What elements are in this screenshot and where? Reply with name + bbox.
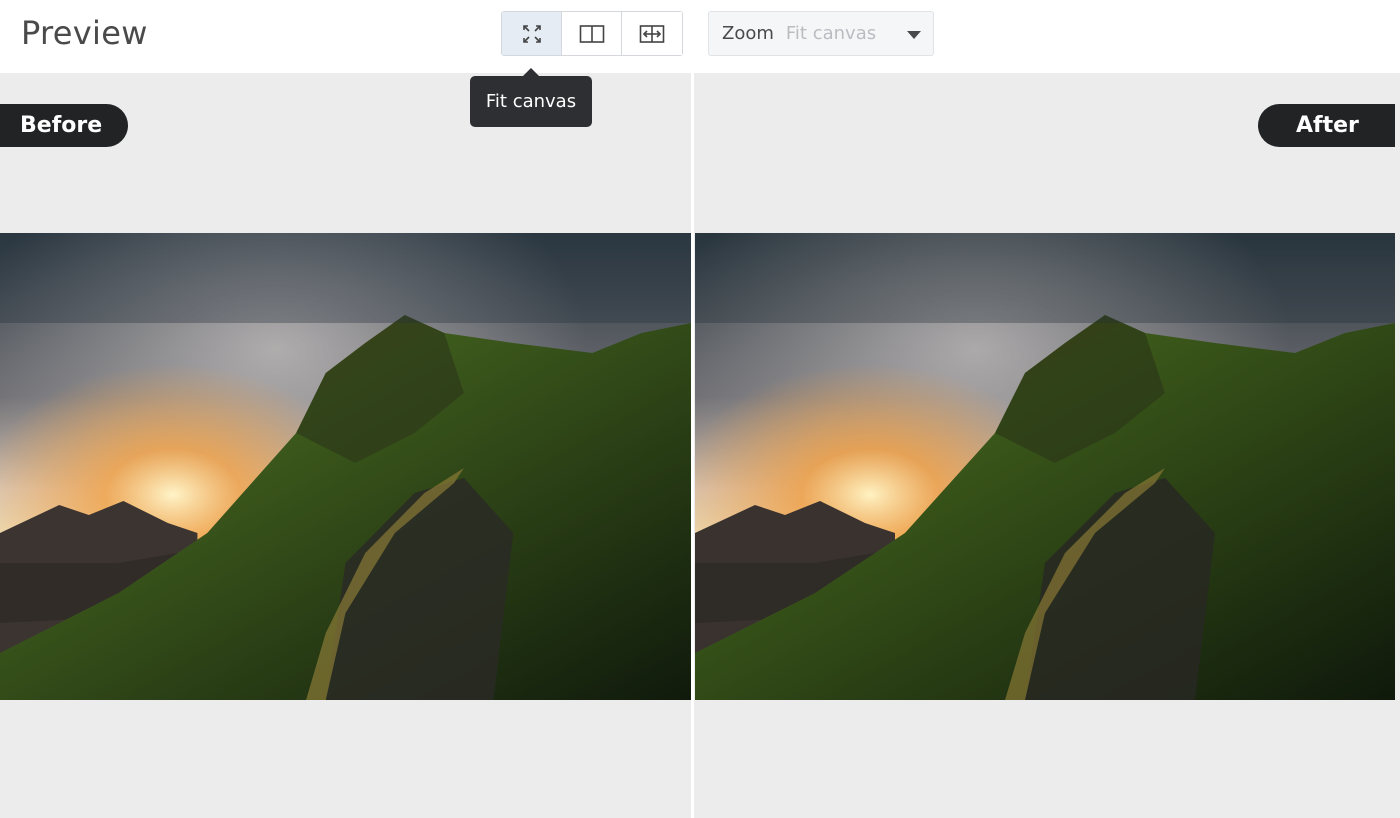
fit-canvas-tooltip: Fit canvas [470,68,592,127]
view-mode-toolbar [501,11,683,56]
page-title: Preview [21,14,148,52]
split-view-button[interactable] [562,12,622,55]
before-image [0,233,691,700]
slider-compare-icon [639,24,665,44]
split-view-icon [579,24,605,44]
zoom-label: Zoom [722,23,774,44]
preview-header: Preview Zoom Fit canvas [0,0,1400,73]
zoom-value: Fit canvas [785,23,877,44]
before-label: Before [0,104,128,147]
after-label: After [1258,104,1395,147]
fit-canvas-button[interactable] [502,12,562,55]
slider-compare-button[interactable] [622,12,682,55]
zoom-dropdown[interactable]: Zoom Fit canvas [708,11,934,56]
after-image [695,233,1395,700]
split-divider[interactable] [691,73,694,818]
chevron-down-icon [907,31,921,39]
fit-canvas-icon [522,24,542,44]
